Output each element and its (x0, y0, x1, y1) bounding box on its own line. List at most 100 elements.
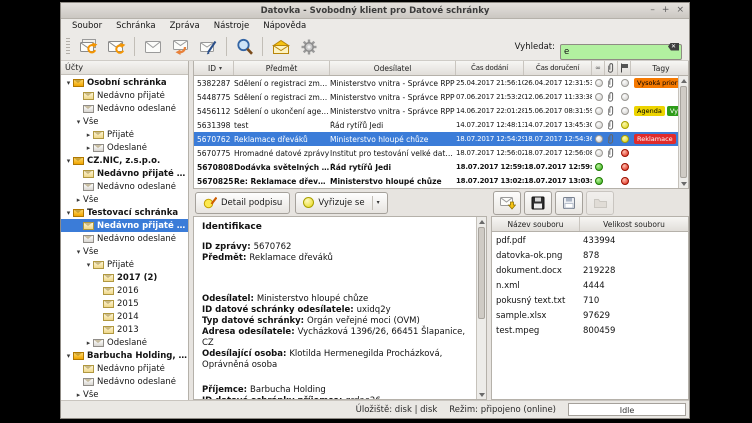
tree-item[interactable]: ▸Odeslané (61, 336, 188, 349)
menu-item-soubor[interactable]: Soubor (65, 21, 109, 31)
column-header-file-size[interactable]: Velikost souboru (580, 217, 688, 231)
menu-item-zpráva[interactable]: Zpráva (163, 21, 207, 31)
tree-item[interactable]: Nedávno přijaté (2) (61, 219, 188, 232)
attachment-row[interactable]: sample.xlsx97629 (492, 308, 688, 323)
tree-item[interactable]: ▾Osobní schránka (61, 76, 188, 89)
dropdown-separator (372, 196, 373, 210)
new-message-button[interactable] (139, 35, 166, 58)
tree-item[interactable]: ▸Přijaté (61, 128, 188, 141)
attachment-icon (608, 148, 615, 158)
toolbar-grip[interactable] (66, 38, 70, 56)
scroll-up-icon[interactable] (477, 217, 486, 226)
message-row[interactable]: 5448775Sdělení o registraci změny ...Min… (194, 90, 678, 104)
flag-status-icon (621, 93, 629, 101)
expand-arrow-icon[interactable]: ▾ (74, 248, 83, 256)
expand-arrow-icon[interactable]: ▾ (84, 261, 93, 269)
message-row[interactable]: 5631398testŘád rytířů Jedi14.07.2017 12:… (194, 118, 678, 132)
tree-item[interactable]: ▾CZ.NIC, z.s.p.o. (61, 154, 188, 167)
tree-item[interactable]: ▾Testovací schránka (61, 206, 188, 219)
import-message-button[interactable] (267, 35, 294, 58)
minimize-button[interactable]: – (650, 6, 655, 15)
menu-item-nápověda[interactable]: Nápověda (256, 21, 313, 31)
attachment-row[interactable]: dokument.docx219228 (492, 263, 688, 278)
message-list-scrollbar[interactable] (678, 76, 688, 188)
save-message-button[interactable] (493, 191, 521, 215)
tree-item[interactable]: Nedávno odeslané (61, 180, 188, 193)
column-header-acceptance-time[interactable]: Čas doručení (524, 61, 592, 75)
expand-arrow-icon[interactable]: ▸ (84, 339, 93, 347)
tree-item[interactable]: Nedávno odeslané (61, 232, 188, 245)
tree-item[interactable]: 2017 (2) (61, 271, 188, 284)
tree-item[interactable]: 2016 (61, 284, 188, 297)
settings-button[interactable] (295, 35, 322, 58)
column-header-attachment[interactable] (605, 61, 618, 75)
attachment-row[interactable]: pokusný text.txt710 (492, 293, 688, 308)
expand-arrow-icon[interactable]: ▾ (64, 352, 73, 360)
scroll-down-icon[interactable] (477, 390, 486, 399)
expand-arrow-icon[interactable]: ▸ (84, 131, 93, 139)
tree-item[interactable]: Nedávno přijaté (61, 89, 188, 102)
search-label: Vyhledat: (515, 42, 555, 52)
tree-item[interactable]: 2015 (61, 297, 188, 310)
detail-field: Adresa odesílatele: Vycházková 1396/26, … (202, 327, 468, 349)
tree-item[interactable]: ▾Vše (61, 115, 188, 128)
find-message-button[interactable] (231, 35, 258, 58)
maximize-button[interactable]: + (662, 6, 670, 15)
column-header-id[interactable]: ID▾ (194, 61, 234, 75)
message-row[interactable]: 5670762Reklamace dřevákůMinisterstvo hlo… (194, 132, 678, 146)
tree-item[interactable]: ▾Přijaté (61, 258, 188, 271)
column-header-read-status[interactable]: ∞ (592, 61, 605, 75)
message-row[interactable]: 5670825Re: Reklamace dřevákůMinisterstvo… (194, 174, 678, 188)
expand-arrow-icon[interactable]: ▸ (74, 196, 83, 204)
message-row[interactable]: 5670808Dodávka světelných mečůŘád rytířů… (194, 160, 678, 174)
scroll-up-icon[interactable] (679, 76, 688, 85)
tree-item[interactable]: ▾Vše (61, 245, 188, 258)
tree-item[interactable]: ▸Vše (61, 388, 188, 400)
column-header-tags[interactable]: Tagy (631, 61, 688, 75)
expand-arrow-icon[interactable]: ▸ (74, 391, 83, 399)
tree-item[interactable]: Nedávno odeslané (61, 375, 188, 388)
open-attachment-button[interactable] (586, 191, 614, 215)
tree-item[interactable]: 2013 (61, 323, 188, 336)
column-header-subject[interactable]: Předmět (234, 61, 330, 75)
tree-item[interactable]: Nedávno přijaté (61, 362, 188, 375)
search-input[interactable] (560, 44, 682, 60)
verify-message-button[interactable] (195, 35, 222, 58)
menu-item-schránka[interactable]: Schránka (109, 21, 163, 31)
close-button[interactable]: × (676, 6, 684, 15)
download-message-button[interactable] (103, 35, 130, 58)
attachment-row[interactable]: test.mpeg800459 (492, 323, 688, 338)
message-row[interactable]: 5382287Sdělení o registraci změny ...Min… (194, 76, 678, 90)
message-row[interactable]: 5456112Sdělení o ukončení agendyMinister… (194, 104, 678, 118)
connection-mode: Režim: připojeno (online) (449, 405, 556, 415)
tree-item[interactable]: ▸Odeslané (61, 141, 188, 154)
tree-item[interactable]: 2014 (61, 310, 188, 323)
message-subject: Hromadné datové zprávy (234, 149, 330, 158)
expand-arrow-icon[interactable]: ▾ (74, 118, 83, 126)
expand-arrow-icon[interactable]: ▸ (84, 144, 93, 152)
tree-item[interactable]: Nedávno přijaté (4) (61, 167, 188, 180)
column-header-delivery-time[interactable]: Čas dodání (456, 61, 524, 75)
attachment-row[interactable]: n.xml4444 (492, 278, 688, 293)
process-state-dropdown[interactable]: Vyřizuje se ▾ (295, 192, 387, 214)
column-header-flag[interactable] (618, 61, 631, 75)
message-row[interactable]: 5670775Hromadné datové zprávyInstitut pr… (194, 146, 678, 160)
signature-detail-button[interactable]: Detail podpisu (195, 192, 290, 214)
column-header-sender[interactable]: Odesílatel (330, 61, 456, 75)
download-all-messages-button[interactable] (75, 35, 102, 58)
menu-item-nástroje[interactable]: Nástroje (207, 21, 256, 31)
attachment-row[interactable]: pdf.pdf433994 (492, 233, 688, 248)
attachment-row[interactable]: datovka-ok.png878 (492, 248, 688, 263)
scroll-down-icon[interactable] (679, 179, 688, 188)
reply-button[interactable] (167, 35, 194, 58)
column-header-file-name[interactable]: Název souboru (492, 217, 580, 231)
expand-arrow-icon[interactable]: ▾ (64, 79, 73, 87)
tree-item[interactable]: ▾Barbucha Holding, a.s. (61, 349, 188, 362)
tree-item[interactable]: ▸Vše (61, 193, 188, 206)
expand-arrow-icon[interactable]: ▾ (64, 157, 73, 165)
save-attachment-button[interactable] (524, 191, 552, 215)
detail-scrollbar[interactable] (476, 217, 486, 399)
save-all-attachments-button[interactable] (555, 191, 583, 215)
expand-arrow-icon[interactable]: ▾ (64, 209, 73, 217)
tree-item[interactable]: Nedávno odeslané (61, 102, 188, 115)
